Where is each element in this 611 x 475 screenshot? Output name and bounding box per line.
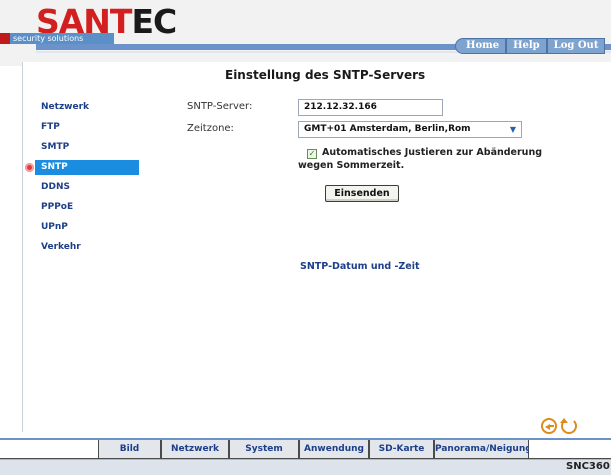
back-arrow-icon[interactable] bbox=[541, 418, 557, 434]
sidebar-item-upnp[interactable]: UPnP bbox=[35, 217, 145, 237]
timezone-label: Zeitzone: bbox=[187, 123, 234, 134]
page-title: Einstellung des SNTP-Servers bbox=[225, 68, 426, 82]
chevron-down-icon[interactable]: ▼ bbox=[506, 123, 520, 136]
timezone-select[interactable]: GMT+01 Amsterdam, Berlin,Rom ▼ bbox=[298, 121, 522, 138]
sidebar-item-label: SNTP bbox=[41, 162, 68, 172]
sntp-date-time-link[interactable]: SNTP-Datum und -Zeit bbox=[300, 261, 420, 272]
dst-label-line2: wegen Sommerzeit. bbox=[298, 160, 405, 171]
model-name: SNC360 bbox=[566, 461, 610, 472]
help-link[interactable]: Help bbox=[506, 38, 547, 54]
footer-bar bbox=[0, 459, 611, 475]
logo-text-dark: EC bbox=[131, 2, 177, 41]
tab-sd-karte[interactable]: SD-Karte bbox=[369, 440, 434, 459]
submit-button[interactable]: Einsenden bbox=[325, 185, 399, 202]
sidebar-item-pppoe[interactable]: PPPoE bbox=[35, 197, 145, 217]
sidebar-item-ftp[interactable]: FTP bbox=[35, 117, 145, 137]
tagline-accent bbox=[0, 33, 10, 44]
sidebar-item-smtp[interactable]: SMTP bbox=[35, 137, 145, 157]
refresh-icon[interactable] bbox=[560, 418, 577, 434]
tab-system[interactable]: System bbox=[229, 440, 299, 459]
tagline: security solutions bbox=[10, 33, 114, 44]
top-nav: Home Help Log Out bbox=[455, 38, 606, 54]
sidebar: Netzwerk FTP SMTP SNTP DDNS PPPoE UPnP V… bbox=[25, 97, 145, 257]
bottom-nav-spacer bbox=[0, 440, 98, 459]
logout-link[interactable]: Log Out bbox=[546, 38, 606, 54]
bottom-nav: Bild Netzwerk System Anwendung SD-Karte … bbox=[0, 440, 611, 459]
sidebar-item-netzwerk[interactable]: Netzwerk bbox=[35, 97, 145, 117]
home-link[interactable]: Home bbox=[455, 38, 507, 54]
sntp-server-label: SNTP-Server: bbox=[187, 101, 253, 112]
tab-panorama-neigung[interactable]: Panorama/Neigung bbox=[434, 440, 532, 459]
sntp-server-input[interactable]: 212.12.32.166 bbox=[298, 99, 443, 116]
tab-bild[interactable]: Bild bbox=[98, 440, 161, 459]
tab-netzwerk[interactable]: Netzwerk bbox=[161, 440, 229, 459]
dst-label-line1: Automatisches Justieren zur Abänderung bbox=[322, 147, 543, 158]
sidebar-item-sntp[interactable]: SNTP bbox=[25, 160, 139, 175]
active-bullet-icon bbox=[25, 163, 34, 172]
dst-checkbox[interactable]: ✓ bbox=[307, 149, 317, 159]
sidebar-item-verkehr[interactable]: Verkehr bbox=[35, 237, 145, 257]
tab-anwendung[interactable]: Anwendung bbox=[299, 440, 369, 459]
sidebar-item-ddns[interactable]: DDNS bbox=[35, 177, 145, 197]
bottom-nav-spacer-right bbox=[529, 440, 611, 459]
timezone-value: GMT+01 Amsterdam, Berlin,Rom bbox=[304, 124, 471, 134]
